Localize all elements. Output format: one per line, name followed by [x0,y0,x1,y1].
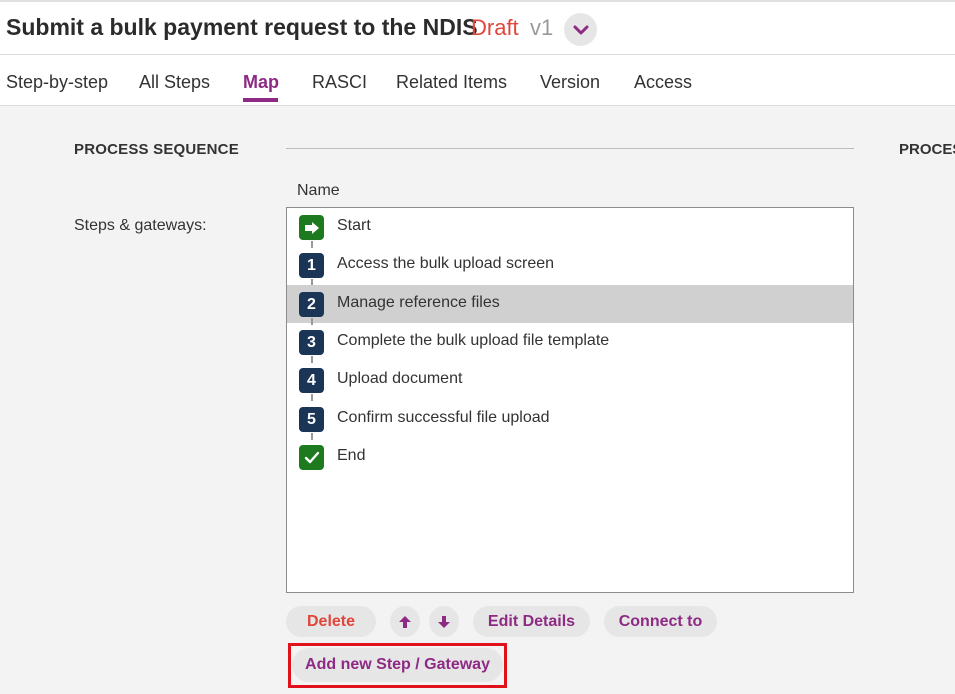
tab-bar: Step-by-step All Steps Map RASCI Related… [0,55,955,106]
step-number-badge: 5 [299,407,324,432]
section-divider [286,148,854,149]
step-number-badge: 2 [299,292,324,317]
active-tab-indicator [243,98,278,102]
tab-access[interactable]: Access [634,72,692,93]
list-item-step-3[interactable]: 3 Complete the bulk upload file template [287,323,853,361]
arrow-down-icon [438,615,450,628]
step-number-badge: 1 [299,253,324,278]
tab-all-steps[interactable]: All Steps [139,72,210,93]
tab-related-items[interactable]: Related Items [396,72,507,93]
move-up-button[interactable] [390,606,420,637]
step-label: End [337,447,366,464]
connect-to-button[interactable]: Connect to [604,606,717,637]
arrow-right-icon [304,221,319,234]
list-item-step-2[interactable]: 2 Manage reference files [287,285,853,323]
section-title-right: PROCES [899,141,955,158]
steps-listbox[interactable]: Start 1 Access the bulk upload screen 2 … [286,207,854,593]
step-number-badge: 3 [299,330,324,355]
step-label: Complete the bulk upload file template [337,332,610,349]
step-label: Upload document [337,370,463,387]
delete-button[interactable]: Delete [286,606,376,637]
chevron-down-icon [573,25,588,34]
tab-step-by-step[interactable]: Step-by-step [6,72,108,93]
list-item-step-4[interactable]: 4 Upload document [287,361,853,399]
tab-map[interactable]: Map [243,72,279,93]
tab-version[interactable]: Version [540,72,600,93]
version-label: v1 [530,15,554,40]
column-header-name: Name [297,182,340,199]
start-badge [299,215,324,240]
status-badge: Draft [471,15,519,40]
step-label: Confirm successful file upload [337,409,550,426]
end-badge [299,445,324,470]
page-title: Submit a bulk payment request to the NDI… [6,14,478,40]
list-item-start[interactable]: Start [287,208,853,246]
step-label: Access the bulk upload screen [337,255,555,272]
section-title: PROCESS SEQUENCE [74,141,239,158]
tab-rasci[interactable]: RASCI [312,72,367,93]
steps-field-label: Steps & gateways: [74,217,207,234]
list-item-step-1[interactable]: 1 Access the bulk upload screen [287,246,853,284]
step-number-badge: 4 [299,368,324,393]
step-label: Manage reference files [337,294,500,311]
list-item-step-5[interactable]: 5 Confirm successful file upload [287,400,853,438]
list-item-end[interactable]: End [287,438,853,476]
title-bar: Submit a bulk payment request to the NDI… [0,0,955,55]
arrow-up-icon [399,615,411,628]
check-icon [304,451,319,463]
edit-details-button[interactable]: Edit Details [473,606,590,637]
add-new-step-button[interactable]: Add new Step / Gateway [292,648,503,682]
expand-menu-button[interactable] [564,13,597,46]
move-down-button[interactable] [429,606,459,637]
step-label: Start [337,217,371,234]
